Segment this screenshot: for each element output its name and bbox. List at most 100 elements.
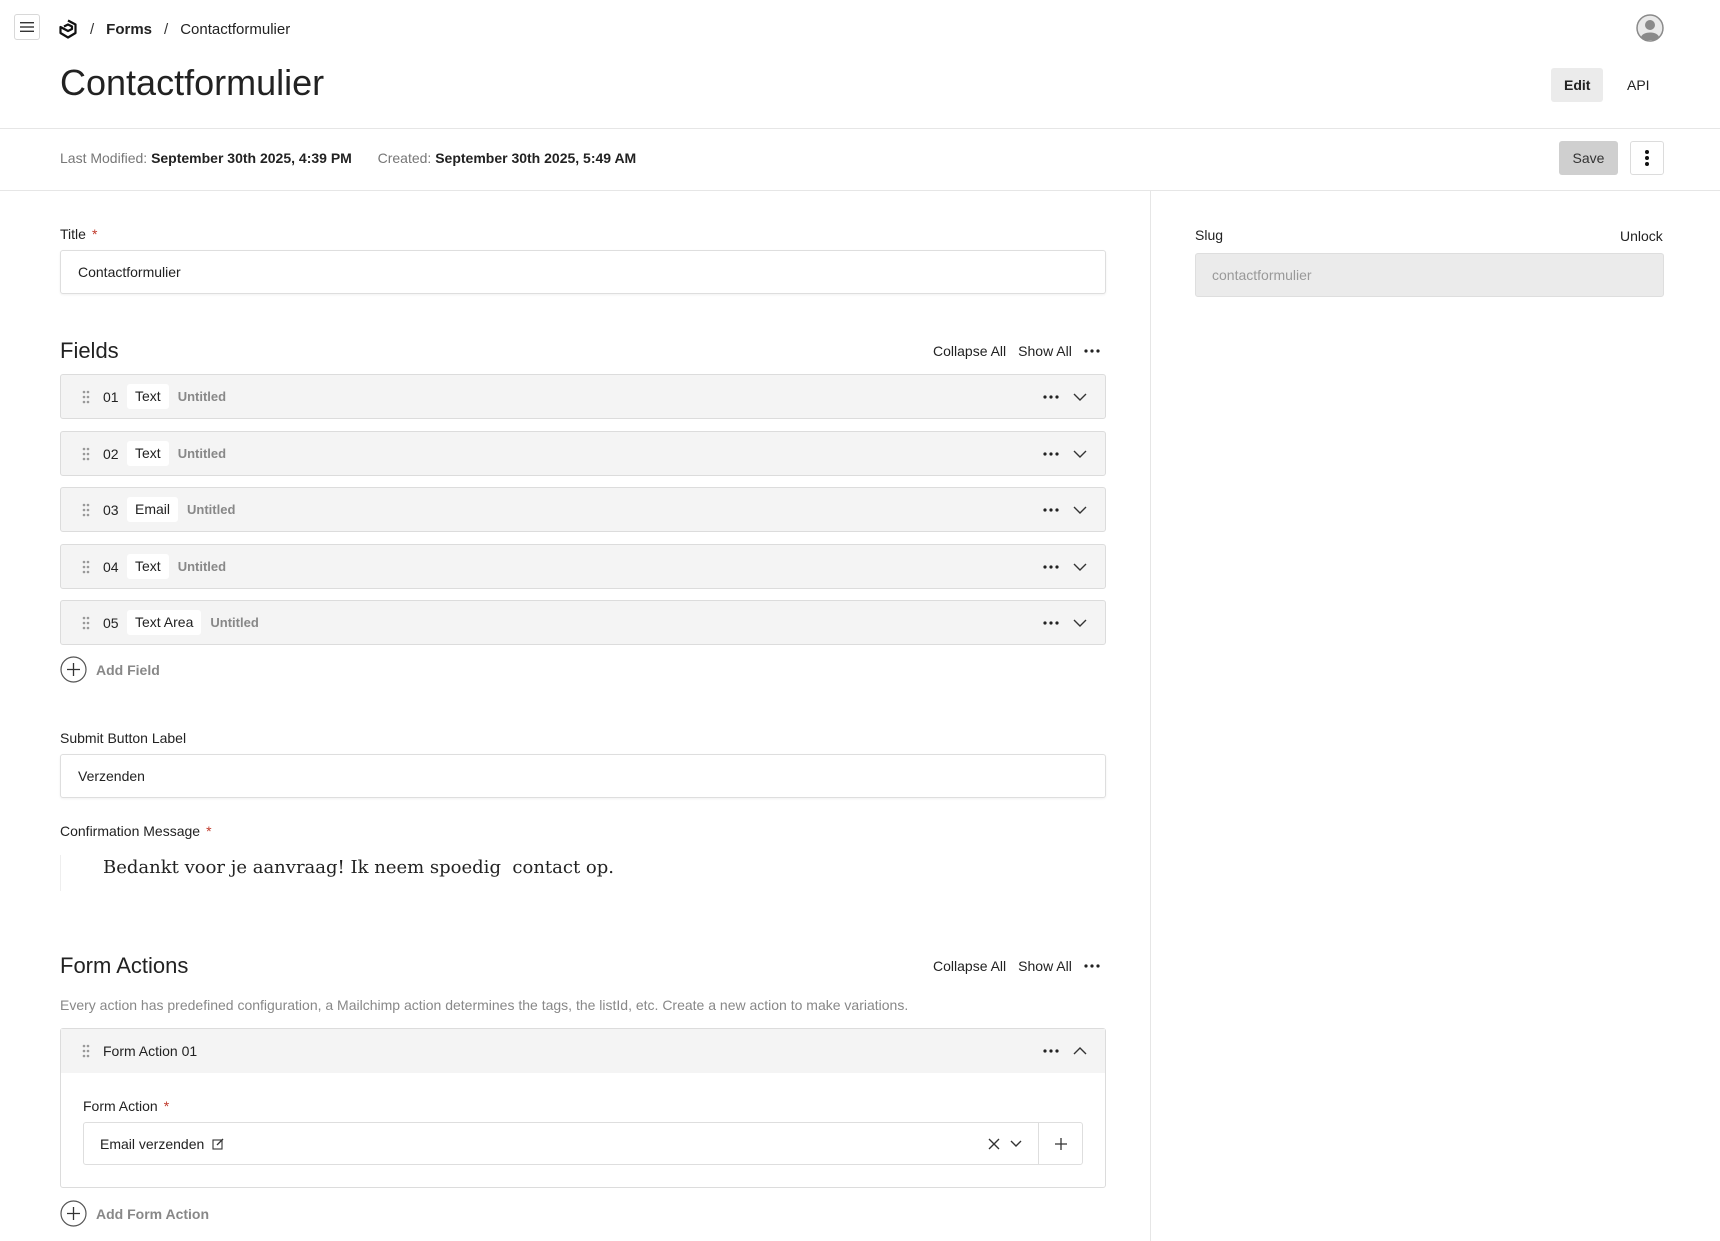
chevron-down-icon[interactable] [1073,601,1087,644]
form-actions-heading: Form Actions [60,953,189,978]
form-actions-description: Every action has predefined configuratio… [60,997,909,1013]
field-row[interactable]: 05 Text Area Untitled [60,600,1106,645]
title-label: Title * [60,226,98,242]
more-horizontal-icon[interactable] [1043,1029,1059,1073]
breadcrumb-separator: / [164,20,169,38]
field-type: Text [127,554,169,579]
header-divider [0,128,1720,129]
chevron-down-icon[interactable] [1010,1140,1022,1148]
add-field-label: Add Field [96,661,160,678]
more-horizontal-icon[interactable] [1043,601,1059,644]
user-avatar-icon [1636,14,1664,42]
form-action-select[interactable]: Email verzenden [83,1122,1083,1165]
field-row[interactable]: 04 Text Untitled [60,544,1106,589]
chevron-down-icon[interactable] [1073,545,1087,588]
plus-icon[interactable] [1055,1138,1067,1150]
field-name: Untitled [177,389,227,404]
slug-input[interactable]: contactformulier [1195,253,1664,297]
add-form-action-button[interactable]: Add Form Action [60,1200,209,1227]
fields-controls: Collapse All Show All [933,343,1100,359]
field-name: Untitled [177,446,227,461]
chevron-up-icon[interactable] [1073,1029,1087,1073]
field-number: 04 [103,558,119,575]
confirmation-message-editor[interactable]: Bedankt voor je aanvraag! Ik neem spoedi… [103,857,614,878]
page-title: Contactformulier [60,62,325,103]
hamburger-icon [20,22,34,32]
logo-icon[interactable] [58,19,78,39]
confirmation-label: Confirmation Message * [60,823,212,839]
chevron-down-icon[interactable] [1073,432,1087,475]
vertical-dots-icon [1645,150,1649,166]
created-label: Created: [377,150,432,166]
form-action-item: Form Action 01 Form Action * Email verzen… [60,1028,1106,1188]
field-row[interactable]: 01 Text Untitled [60,374,1106,419]
more-horizontal-icon[interactable] [1084,964,1100,968]
drag-handle-icon[interactable] [77,1044,95,1058]
editor-gutter [60,855,61,891]
drag-handle-icon[interactable] [77,616,95,630]
field-number: 02 [103,445,119,462]
plus-circle-icon [60,1200,87,1227]
field-type: Email [127,497,179,522]
more-horizontal-icon[interactable] [1043,488,1059,531]
submit-label: Submit Button Label [60,730,187,746]
menu-button[interactable] [14,14,40,40]
add-field-button[interactable]: Add Field [60,656,160,683]
drag-handle-icon[interactable] [77,560,95,574]
field-name: Untitled [187,502,236,517]
form-actions-collapse-all-button[interactable]: Collapse All [933,958,1006,974]
fields-collapse-all-button[interactable]: Collapse All [933,343,1006,359]
avatar[interactable] [1636,14,1664,42]
form-action-selected: Email verzenden [100,1136,224,1152]
form-action-title: Form Action 01 [103,1043,198,1059]
more-horizontal-icon[interactable] [1043,432,1059,475]
chevron-down-icon[interactable] [1073,375,1087,418]
drag-handle-icon[interactable] [77,503,95,517]
required-asterisk: * [206,823,212,839]
document-options-button[interactable] [1630,141,1664,175]
fields-heading: Fields [60,338,119,363]
save-button[interactable]: Save [1559,141,1618,175]
plus-circle-icon [60,656,87,683]
more-horizontal-icon[interactable] [1084,349,1100,353]
last-modified-label: Last Modified: [60,150,148,166]
field-row[interactable]: 03 Email Untitled [60,487,1106,532]
more-horizontal-icon[interactable] [1043,375,1059,418]
field-number: 05 [103,614,119,631]
title-input[interactable]: Contactformulier [60,250,1106,294]
field-row[interactable]: 02 Text Untitled [60,431,1106,476]
slug-unlock-button[interactable]: Unlock [1620,228,1663,244]
breadcrumb: / Forms / Contactformulier [58,18,290,40]
drag-handle-icon[interactable] [77,447,95,461]
field-number: 03 [103,501,119,518]
edit-icon[interactable] [212,1138,224,1150]
document-meta: Last Modified: September 30th 2025, 4:39… [60,150,636,166]
select-divider [1038,1123,1039,1164]
field-type: Text [127,384,169,409]
submit-button-label-input[interactable]: Verzenden [60,754,1106,798]
field-type: Text Area [127,610,202,635]
form-actions-show-all-button[interactable]: Show All [1018,958,1072,974]
tab-edit[interactable]: Edit [1551,68,1604,102]
clear-icon[interactable] [988,1138,1000,1150]
more-horizontal-icon[interactable] [1043,545,1059,588]
required-asterisk: * [91,226,98,242]
last-modified-value: September 30th 2025, 4:39 PM [151,150,352,166]
add-form-action-label: Add Form Action [96,1205,210,1222]
breadcrumb-forms[interactable]: Forms [106,21,152,38]
form-action-header[interactable]: Form Action 01 [61,1029,1105,1073]
field-number: 01 [103,388,119,405]
drag-handle-icon[interactable] [77,390,95,404]
form-action-field-label: Form Action * [83,1098,170,1114]
tab-api[interactable]: API [1614,68,1663,102]
form-actions-controls: Collapse All Show All [933,958,1100,974]
breadcrumb-separator: / [90,20,95,38]
breadcrumb-current: Contactformulier [180,20,291,38]
created-value: September 30th 2025, 5:49 AM [435,150,637,166]
field-type: Text [127,441,169,466]
slug-label: Slug [1195,227,1224,243]
sidebar-divider [1150,191,1151,1241]
required-asterisk: * [163,1098,170,1114]
fields-show-all-button[interactable]: Show All [1018,343,1072,359]
chevron-down-icon[interactable] [1073,488,1087,531]
